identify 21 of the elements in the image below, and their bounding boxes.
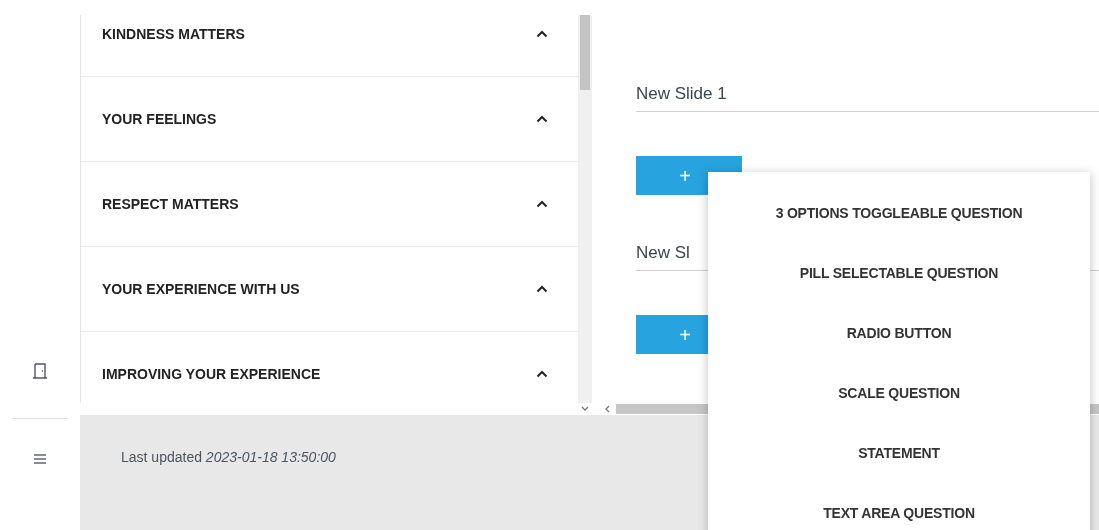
menu-item[interactable]: TEXT AREA QUESTION (708, 483, 1090, 530)
chevron-up-icon (536, 30, 548, 38)
chevron-left-icon[interactable] (604, 404, 612, 414)
accordion-header[interactable]: YOUR FEELINGS (81, 77, 578, 162)
door-icon[interactable] (32, 362, 48, 380)
slide-name-field[interactable]: New Slide 1 (636, 78, 1099, 112)
scrollbar-thumb[interactable] (580, 15, 590, 90)
chevron-up-icon (536, 285, 548, 293)
menu-item[interactable]: STATEMENT (708, 423, 1090, 483)
menu-item[interactable]: PILL SELECTABLE QUESTION (708, 243, 1090, 303)
chevron-up-icon (536, 370, 548, 378)
chevron-down-icon[interactable] (580, 405, 590, 413)
accordion-header[interactable]: YOUR EXPERIENCE WITH US (81, 247, 578, 332)
chevron-up-icon (536, 115, 548, 123)
menu-icon[interactable] (33, 453, 47, 465)
scrollbar[interactable] (578, 15, 592, 403)
accordion-header[interactable]: RESPECT MATTERS (81, 162, 578, 247)
last-updated-text: Last updated 2023-01-18 13:50:00 (121, 449, 336, 465)
chevron-up-icon (536, 200, 548, 208)
accordion-header[interactable]: KINDNESS MATTERS (81, 15, 578, 77)
menu-item[interactable]: SCALE QUESTION (708, 363, 1090, 423)
